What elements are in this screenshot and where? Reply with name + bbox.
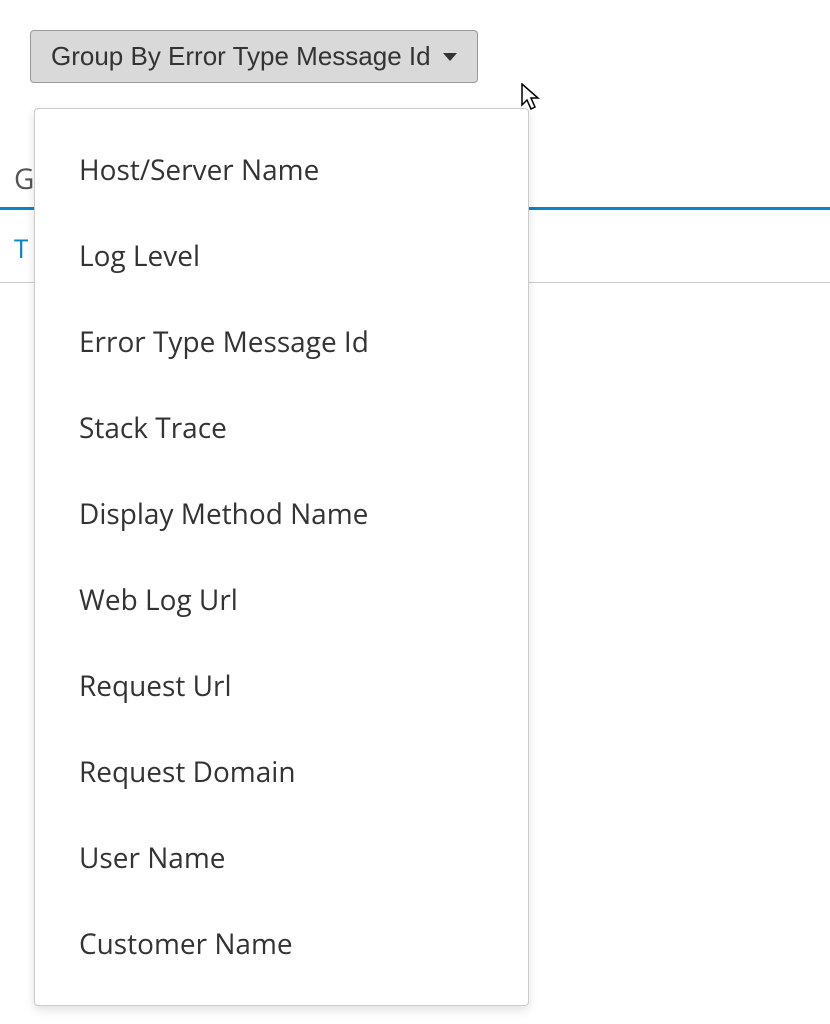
dropdown-item-display-method-name[interactable]: Display Method Name <box>35 471 528 557</box>
dropdown-item-request-url[interactable]: Request Url <box>35 643 528 729</box>
caret-down-icon <box>443 53 457 61</box>
dropdown-item-log-level[interactable]: Log Level <box>35 213 528 299</box>
dropdown-item-customer-name[interactable]: Customer Name <box>35 901 528 987</box>
dropdown-item-label: Error Type Message Id <box>79 323 369 361</box>
group-by-dropdown-menu: Host/Server Name Log Level Error Type Me… <box>34 108 529 1006</box>
dropdown-item-request-domain[interactable]: Request Domain <box>35 729 528 815</box>
background-partial-text-2: T <box>14 230 28 266</box>
dropdown-item-label: User Name <box>79 839 225 877</box>
dropdown-item-label: Customer Name <box>79 925 293 963</box>
dropdown-item-label: Web Log Url <box>79 581 238 619</box>
dropdown-item-error-type-message-id[interactable]: Error Type Message Id <box>35 299 528 385</box>
dropdown-item-label: Request Url <box>79 667 232 705</box>
dropdown-item-label: Log Level <box>79 237 200 275</box>
dropdown-item-stack-trace[interactable]: Stack Trace <box>35 385 528 471</box>
group-by-button-label: Group By Error Type Message Id <box>51 41 431 72</box>
dropdown-item-web-log-url[interactable]: Web Log Url <box>35 557 528 643</box>
dropdown-item-user-name[interactable]: User Name <box>35 815 528 901</box>
dropdown-item-host-server-name[interactable]: Host/Server Name <box>35 127 528 213</box>
dropdown-item-label: Host/Server Name <box>79 151 319 189</box>
group-by-button[interactable]: Group By Error Type Message Id <box>30 30 478 83</box>
mouse-cursor-icon <box>521 83 543 116</box>
dropdown-item-label: Display Method Name <box>79 495 368 533</box>
background-partial-text-1: G <box>14 160 34 198</box>
dropdown-item-label: Stack Trace <box>79 409 227 447</box>
dropdown-item-label: Request Domain <box>79 753 296 791</box>
